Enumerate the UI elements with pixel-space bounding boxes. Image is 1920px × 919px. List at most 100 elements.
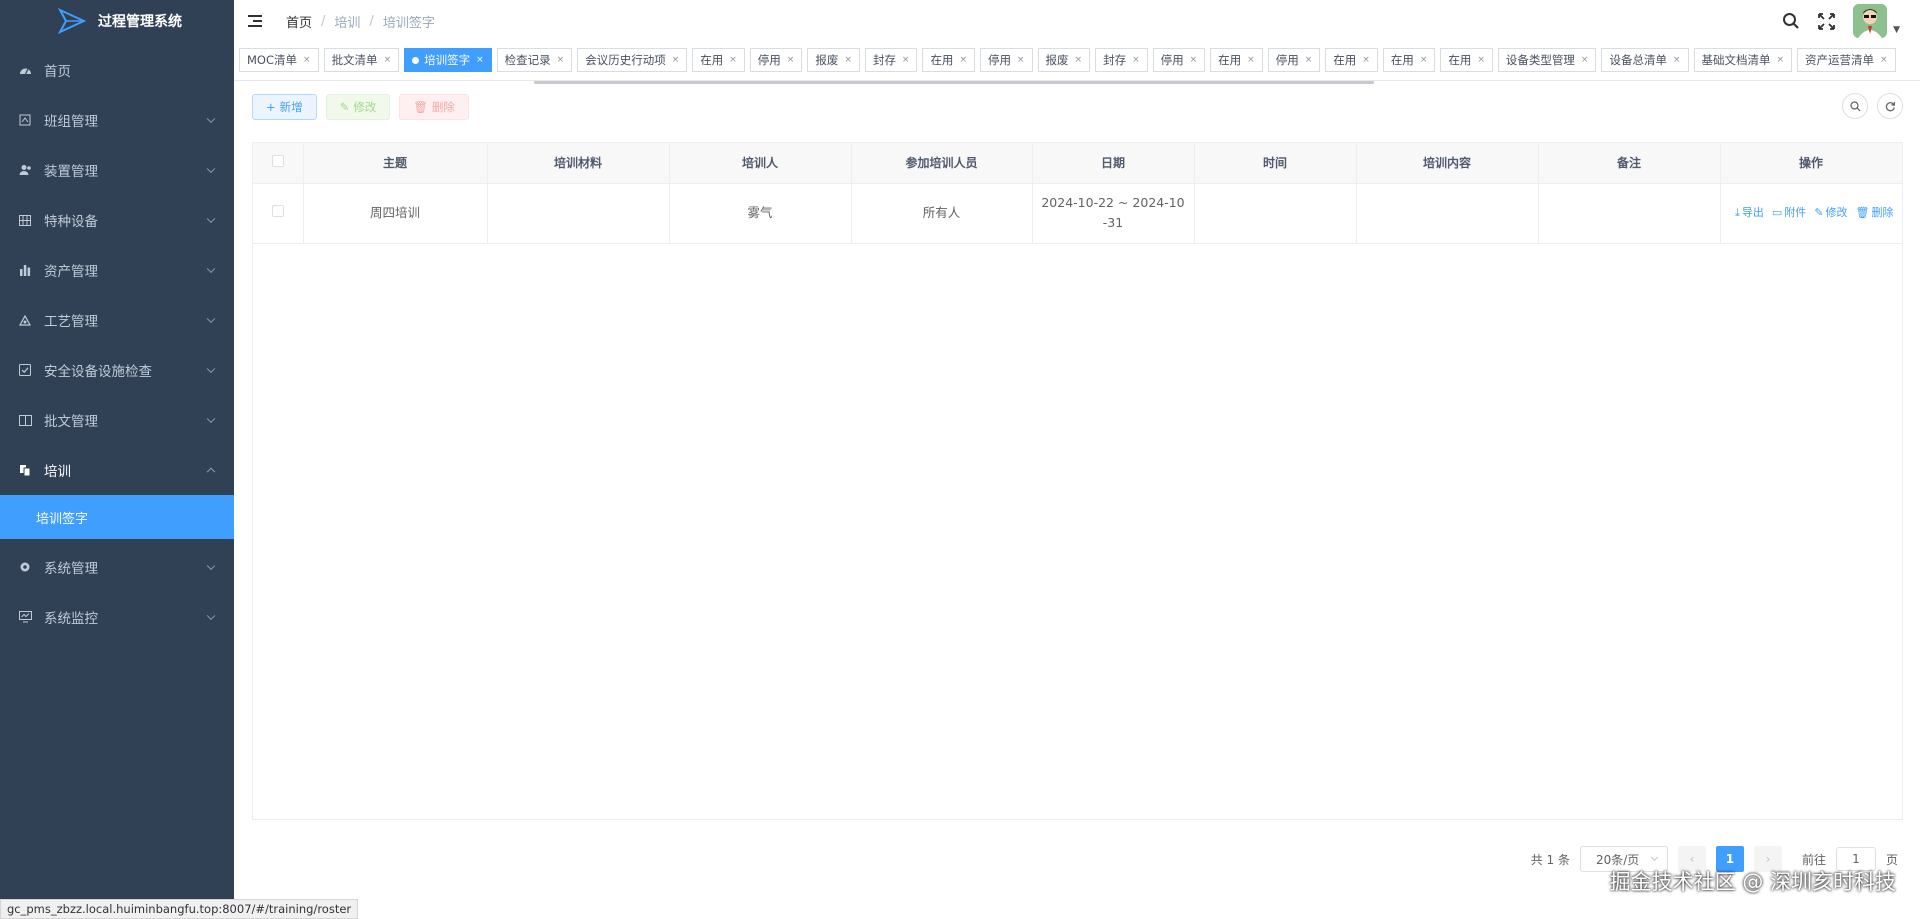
close-icon[interactable]: × [1880,55,1888,65]
cell-participants: 所有人 [851,183,1033,244]
sidebar-item-system[interactable]: 系统管理 [0,542,234,592]
chevron-down-icon [206,314,216,324]
sidebar: 过程管理系统 首页 班组管理 装置管理 特种设备 资产管理 工艺管理 安全设备设… [0,0,234,919]
close-icon[interactable]: × [1777,55,1785,65]
row-select-cell[interactable] [253,183,304,244]
breadcrumb-current: 培训签字 [382,15,435,31]
close-icon[interactable]: × [672,55,680,65]
watermark: 掘金技术社区 @ 深圳亥时科技 [1609,870,1896,894]
chevron-up-icon [206,467,216,477]
close-icon[interactable]: × [1075,55,1083,65]
tag-item[interactable]: 报废 × [807,48,860,72]
close-icon[interactable]: × [1362,55,1370,65]
delete-link[interactable]: 🗑︎ 删除 [1856,203,1894,223]
tag-item[interactable]: 在用 × [922,48,975,72]
close-icon[interactable]: × [476,55,484,65]
tag-item[interactable]: 停用 × [749,48,803,72]
sidebar-item-team[interactable]: 班组管理 [0,95,234,145]
fullscreen-icon[interactable] [1818,12,1835,30]
delete-button[interactable]: 🗑︎ 删除 [399,94,469,120]
training-icon [18,463,32,477]
tag-item[interactable]: 检查记录 × [496,48,573,72]
tag-item[interactable]: 停用 × [1267,48,1321,72]
search-toggle-button[interactable] [1842,93,1868,119]
close-icon[interactable]: × [959,55,967,65]
close-icon[interactable]: × [1581,55,1589,65]
sidebar-item-safety-check[interactable]: 安全设备设施检查 [0,345,234,395]
active-dot-icon [412,56,420,64]
cell-date: 2024-10-22 ~ 2024-10-31 [1032,183,1195,244]
sidebar-item-home[interactable]: 首页 [0,45,234,95]
select-all-checkbox[interactable] [271,155,284,168]
tag-item[interactable]: 停用 × [979,48,1033,72]
chevron-down-icon [206,364,216,374]
close-icon[interactable]: × [787,55,795,65]
goto-prefix: 前往 [1801,852,1826,867]
close-icon[interactable]: × [1673,55,1681,65]
sidebar-item-monitor[interactable]: 系统监控 [0,592,234,642]
tag-item[interactable]: 会议历史行动项 × [577,48,688,72]
close-icon[interactable]: × [1190,55,1198,65]
avatar[interactable] [1853,4,1888,38]
close-icon[interactable]: × [557,55,565,65]
close-icon[interactable]: × [844,55,852,65]
tag-item[interactable]: 在用 × [1210,48,1263,72]
training-table: 主题 培训材料 培训人 参加培训人员 日期 时间 培训内容 备注 操作 周四培训… [252,142,1903,820]
tag-item[interactable]: 设备总清单 × [1601,48,1689,72]
edit-button[interactable]: ✎ 修改 [325,94,391,120]
table-row[interactable]: 周四培训 雾气 所有人 2024-10-22 ~ 2024-10-31 ⤓ 导出 … [253,183,1903,244]
tag-item[interactable]: 在用 × [1440,48,1493,72]
close-icon[interactable]: × [303,55,311,65]
tag-item[interactable]: 基础文档清单 × [1693,48,1793,72]
close-icon[interactable]: × [1305,55,1313,65]
tag-item[interactable]: 封存 × [1095,48,1148,72]
export-link[interactable]: ⤓ 导出 [1735,203,1764,223]
add-button[interactable]: + 新增 [252,94,317,120]
sidebar-item-process[interactable]: 工艺管理 [0,295,234,345]
breadcrumb-home[interactable]: 首页 [286,12,312,31]
sidebar-item-training[interactable]: 培训 [0,445,234,495]
attachment-link[interactable]: ▭ 附件 [1772,203,1806,223]
tag-item[interactable]: MOC清单 × [239,48,319,72]
sidebar-item-approval[interactable]: 批文管理 [0,395,234,445]
sidebar-item-special-equipment[interactable]: 特种设备 [0,195,234,245]
caret-down-icon[interactable]: ▼ [1893,25,1900,35]
close-icon[interactable]: × [1132,55,1140,65]
tag-item[interactable]: 设备类型管理 × [1497,48,1597,72]
tag-label: 设备类型管理 [1505,53,1575,67]
tag-label: 培训签字 [424,53,471,67]
tag-item[interactable]: 封存 × [864,48,918,72]
tag-item[interactable]: 培训签字 × [404,48,492,72]
tag-label: 在用 [1390,53,1414,67]
tag-item[interactable]: 资产运营清单 × [1797,48,1896,72]
close-icon[interactable]: × [1420,55,1428,65]
sidebar-item-device[interactable]: 装置管理 [0,145,234,195]
breadcrumb: 首页 / 培训 / 培训签字 [286,12,435,31]
hamburger-icon[interactable] [248,14,264,28]
close-icon[interactable]: × [729,55,737,65]
select-all-cell[interactable] [253,143,304,184]
sidebar-item-label: 系统管理 [44,561,98,577]
tag-item[interactable]: 在用 × [692,48,745,72]
app-logo[interactable]: 过程管理系统 [0,0,234,42]
tag-item[interactable]: 在用 × [1325,48,1378,72]
tag-item[interactable]: 批文清单 × [323,48,400,72]
close-icon[interactable]: × [1477,55,1485,65]
tag-item[interactable]: 报废 × [1037,48,1091,72]
close-icon[interactable]: × [1017,55,1025,65]
close-icon[interactable]: × [902,55,910,65]
edit-link[interactable]: ✎ 修改 [1814,203,1847,223]
tag-item[interactable]: 在用 × [1382,48,1436,72]
row-checkbox[interactable] [271,205,284,217]
search-icon[interactable] [1782,12,1800,30]
tags-scrollbar[interactable] [534,81,1374,84]
sidebar-item-label: 资产管理 [44,264,98,280]
tag-item[interactable]: 停用 × [1152,48,1206,72]
close-icon[interactable]: × [384,55,392,65]
sidebar-subitem-training-sign[interactable]: 培训签字 [0,495,234,539]
search-icon [1849,100,1860,111]
tags-view: MOC清单 × 批文清单 × 培训签字 × 检查记录 × 会议历史行动项 × 在用 × 停用 × 报废 × 封存… [234,48,1920,74]
close-icon[interactable]: × [1247,55,1255,65]
sidebar-item-asset[interactable]: 资产管理 [0,245,234,295]
refresh-button[interactable] [1877,93,1903,119]
